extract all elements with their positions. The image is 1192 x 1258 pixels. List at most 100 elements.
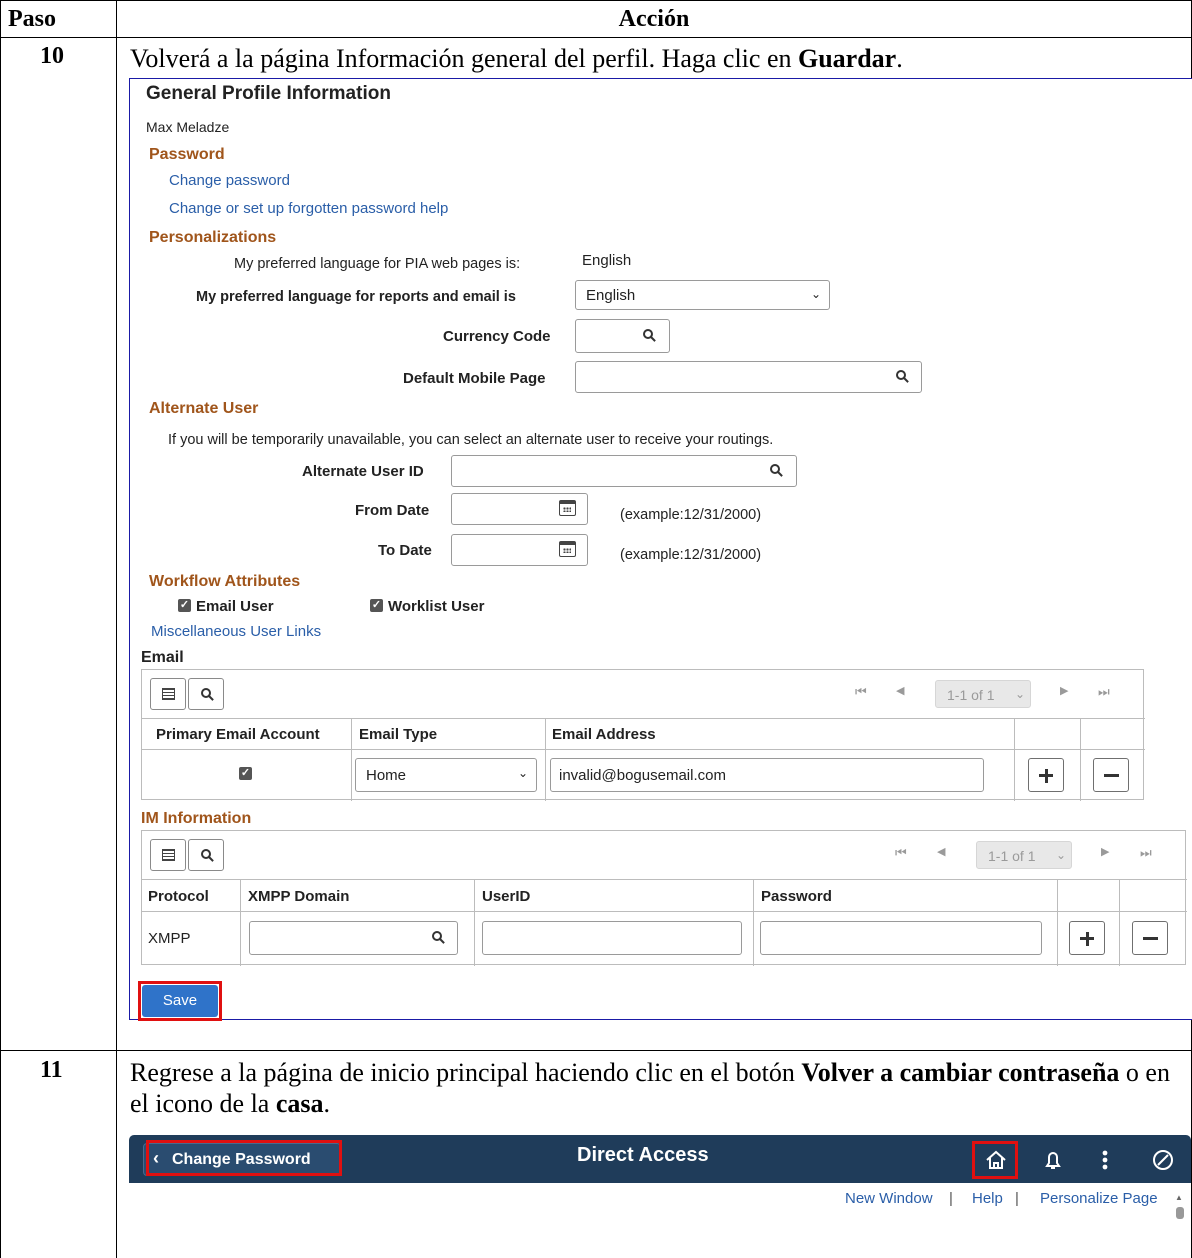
- change-password-link[interactable]: Change password: [169, 172, 290, 189]
- prev-page-icon[interactable]: ◀: [896, 684, 904, 697]
- add-row-button[interactable]: [1028, 758, 1064, 792]
- im-grid: ⏮ ◀ 1-1 of 1 ⌄ ▶ ⏭ Protocol XMPP Domain …: [141, 830, 1187, 966]
- add-row-button[interactable]: [1069, 921, 1105, 955]
- email-user-label: Email User: [196, 598, 274, 615]
- highlight-back: [146, 1140, 342, 1176]
- step-number: 10: [40, 43, 64, 69]
- to-date-example: (example:12/31/2000): [620, 547, 762, 563]
- next-page-icon[interactable]: ▶: [1060, 684, 1068, 697]
- password-section-title: Password: [149, 146, 225, 163]
- header-action: Acción: [618, 6, 690, 32]
- email-section-title: Email: [141, 649, 184, 666]
- grid-view-icon[interactable]: [150, 839, 186, 871]
- im-col-password: Password: [761, 888, 832, 905]
- first-page-icon[interactable]: ⏮: [895, 845, 907, 861]
- worklist-user-checkbox[interactable]: ✓: [370, 599, 383, 612]
- next-page-icon[interactable]: ▶: [1101, 845, 1109, 858]
- email-type-select[interactable]: Home ⌄: [355, 758, 537, 792]
- highlight-home: [972, 1141, 1018, 1179]
- email-col-primary: Primary Email Account: [156, 726, 320, 743]
- im-col-xmpp-domain: XMPP Domain: [248, 888, 350, 905]
- search-icon[interactable]: [770, 464, 780, 474]
- email-address-input[interactable]: invalid@bogusemail.com: [550, 758, 984, 792]
- worklist-user-label: Worklist User: [388, 598, 485, 615]
- navbar-icon[interactable]: [1147, 1144, 1179, 1176]
- alternate-user-id-label: Alternate User ID: [302, 463, 424, 480]
- from-date-input[interactable]: [451, 493, 588, 525]
- im-password-input[interactable]: [760, 921, 1042, 955]
- profile-screenshot: General Profile Information Max Meladze …: [129, 78, 1192, 1021]
- chevron-down-icon: ⌄: [810, 287, 821, 301]
- pia-language-value: English: [582, 252, 632, 269]
- search-icon: [201, 849, 211, 859]
- pager-select[interactable]: 1-1 of 1 ⌄: [935, 680, 1031, 708]
- search-icon: [201, 688, 211, 698]
- delete-row-button[interactable]: [1093, 758, 1129, 792]
- im-protocol-value: XMPP: [148, 930, 191, 947]
- alternate-user-id-input[interactable]: [451, 455, 797, 487]
- user-name: Max Meladze: [146, 119, 230, 135]
- scrollbar[interactable]: ▲: [1173, 1193, 1187, 1227]
- scroll-up-icon: ▲: [1175, 1193, 1183, 1202]
- chevron-down-icon: ⌄: [1056, 848, 1067, 862]
- workflow-section-title: Workflow Attributes: [149, 573, 301, 590]
- im-col-userid: UserID: [482, 888, 531, 905]
- calendar-icon[interactable]: [559, 500, 576, 516]
- delete-row-button[interactable]: [1132, 921, 1168, 955]
- email-grid: ⏮ ◀ 1-1 of 1 ⌄ ▶ ⏭ Primary Email Account…: [141, 669, 1145, 801]
- last-page-icon[interactable]: ⏭: [1140, 845, 1152, 861]
- primary-email-checkbox[interactable]: ✓: [239, 767, 252, 780]
- help-link[interactable]: Help: [972, 1190, 1003, 1207]
- email-user-checkbox[interactable]: ✓: [178, 599, 191, 612]
- header-step: Paso: [8, 6, 56, 32]
- email-col-type: Email Type: [359, 726, 438, 743]
- search-icon[interactable]: [896, 370, 906, 380]
- mobile-page-label: Default Mobile Page: [403, 370, 546, 387]
- to-date-input[interactable]: [451, 534, 588, 566]
- pia-language-label: My preferred language for PIA web pages …: [234, 256, 521, 272]
- im-col-protocol: Protocol: [148, 888, 209, 905]
- search-icon[interactable]: [432, 931, 442, 941]
- search-icon[interactable]: [643, 329, 653, 339]
- personalizations-section-title: Personalizations: [149, 229, 277, 246]
- app-title: Direct Access: [577, 1144, 709, 1166]
- currency-code-input[interactable]: [575, 319, 670, 353]
- from-date-example: (example:12/31/2000): [620, 507, 762, 523]
- highlight-save: [138, 981, 222, 1021]
- pager-select[interactable]: 1-1 of 1 ⌄: [976, 841, 1072, 869]
- notifications-icon[interactable]: [1038, 1144, 1068, 1176]
- xmpp-domain-input[interactable]: [249, 921, 458, 955]
- im-section-title: IM Information: [141, 810, 252, 827]
- new-window-link[interactable]: New Window: [845, 1190, 933, 1207]
- step-instruction: Volverá a la página Información general …: [130, 44, 903, 73]
- more-actions-icon[interactable]: [1095, 1144, 1115, 1176]
- im-userid-input[interactable]: [482, 921, 742, 955]
- personalize-page-link[interactable]: Personalize Page: [1040, 1190, 1158, 1207]
- currency-code-label: Currency Code: [443, 328, 551, 345]
- page-title: General Profile Information: [146, 83, 391, 104]
- scroll-thumb[interactable]: [1176, 1207, 1184, 1219]
- calendar-icon[interactable]: [559, 541, 576, 557]
- alternate-user-section-title: Alternate User: [149, 400, 259, 417]
- first-page-icon[interactable]: ⏮: [855, 684, 867, 700]
- misc-user-links[interactable]: Miscellaneous User Links: [151, 623, 321, 640]
- link-separator: |: [1015, 1190, 1019, 1207]
- email-col-address: Email Address: [552, 726, 656, 743]
- last-page-icon[interactable]: ⏭: [1098, 684, 1110, 700]
- grid-search-button[interactable]: [188, 839, 224, 871]
- prev-page-icon[interactable]: ◀: [937, 845, 945, 858]
- step-instruction: Regrese a la página de inicio principal …: [130, 1058, 1170, 1118]
- forgot-password-help-link[interactable]: Change or set up forgotten password help: [169, 200, 448, 217]
- chevron-down-icon: ⌄: [517, 766, 528, 780]
- step-number: 11: [40, 1057, 63, 1083]
- grid-view-icon[interactable]: [150, 678, 186, 710]
- mobile-page-input[interactable]: [575, 361, 922, 393]
- link-separator: |: [949, 1190, 953, 1207]
- report-language-select[interactable]: English ⌄: [575, 280, 830, 310]
- grid-search-button[interactable]: [188, 678, 224, 710]
- to-date-label: To Date: [378, 542, 432, 559]
- from-date-label: From Date: [355, 502, 430, 519]
- banner-screenshot: ‹ Change Password Direct Access New Wind…: [129, 1135, 1191, 1230]
- report-language-label: My preferred language for reports and em…: [196, 289, 516, 305]
- chevron-down-icon: ⌄: [1015, 687, 1026, 701]
